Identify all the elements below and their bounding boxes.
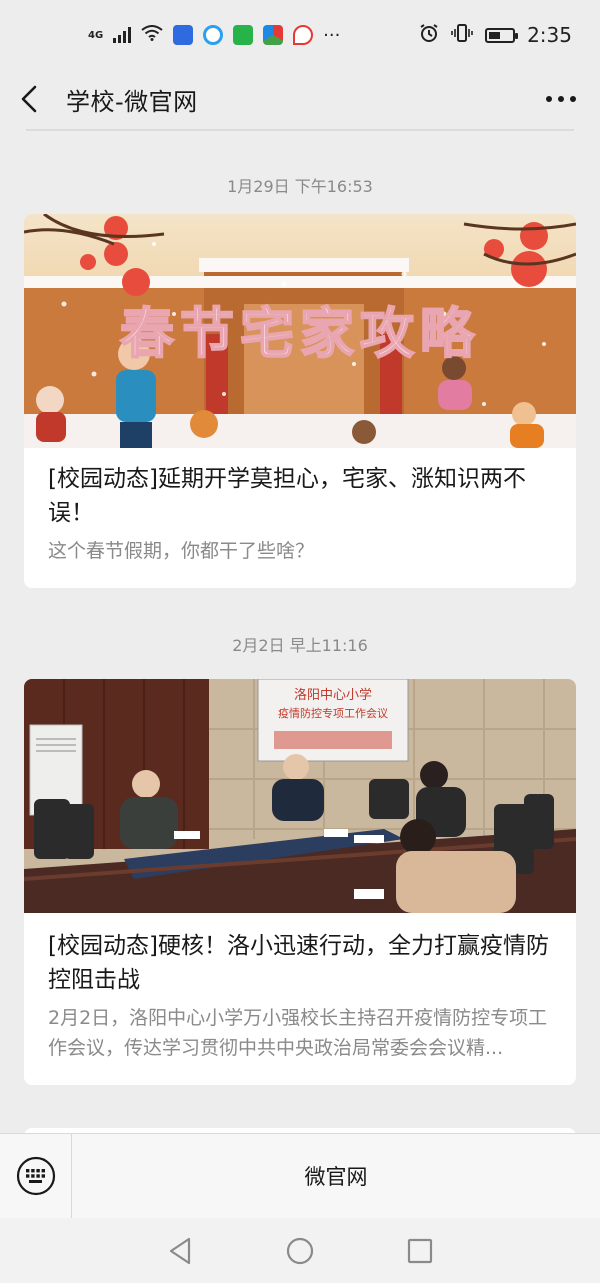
article-card[interactable]: 洛阳中心小学 疫情防控专项工作会议 [校园动态]硬核！洛小迅速行动，全力打赢疫情… [24,679,576,1085]
title-bar: 学校-微官网 [0,70,600,128]
nav-back-button[interactable] [160,1231,200,1271]
square-recents-icon [407,1238,433,1263]
nav-home-button[interactable] [280,1231,320,1271]
article-title: [校园动态]硬核！洛小迅速行动，全力打赢疫情防控阻击战 [48,933,549,993]
article-cover-image: 春节宅家攻略 [24,214,576,448]
status-bar: 4G ··· 2:35 [0,0,600,70]
triangle-back-icon [169,1237,191,1264]
baidu-app-icon [173,25,194,45]
dot-icon [558,96,564,102]
cover-title-text: 春节宅家攻略 [120,302,480,365]
dot-icon [546,96,552,102]
system-navigation-bar [0,1218,600,1283]
alarm-icon [419,23,439,48]
map-app-icon [293,25,314,45]
article-title: [校园动态]延期开学莫担心，宅家、涨知识两不误！ [48,466,526,526]
keyboard-icon [16,1156,55,1196]
signal-icon [113,27,132,43]
message-timestamp: 1月29日 下午16:53 [227,177,373,196]
back-button[interactable] [20,79,46,119]
network-type: 4G [88,29,104,41]
divider [26,129,574,131]
browser-app-icon [203,25,224,45]
article-feed: 1月29日 下午16:53 春节宅家攻略 [校园动态]延期开学莫担心，宅家、涨知… [24,160,576,1085]
keyboard-toggle-button[interactable] [0,1134,72,1218]
article-summary: 这个春节假期，你都干了些啥？ [48,540,315,562]
article-cover-image: 洛阳中心小学 疫情防控专项工作会议 [24,679,576,913]
status-right: 2:35 [419,23,572,48]
app-icon [263,25,284,45]
wifi-icon [141,24,163,46]
page-title: 学校-微官网 [66,87,198,116]
screen-banner-text: 洛阳中心小学 [294,687,372,703]
dot-icon [570,96,576,102]
circle-home-icon [286,1237,314,1264]
article-card-body: [校园动态]硬核！洛小迅速行动，全力打赢疫情防控阻击战 2月2日，洛阳中心小学万… [24,913,576,1085]
article-summary: 2月2日，洛阳中心小学万小强校长主持召开疫情防控专项工作会议，传达学习贯彻中共中… [48,1007,548,1059]
article-card-body: [校园动态]延期开学莫担心，宅家、涨知识两不误！ 这个春节假期，你都干了些啥？ [24,448,576,588]
more-notifications: ··· [323,24,341,46]
vibrate-icon [451,23,473,48]
battery-icon [485,27,519,43]
chevron-left-icon [21,85,37,113]
menu-item-micro-site[interactable]: 微官网 [72,1161,600,1191]
article-card[interactable]: 春节宅家攻略 [校园动态]延期开学莫担心，宅家、涨知识两不误！ 这个春节假期，你… [24,214,576,588]
clock: 2:35 [527,23,572,47]
screen-banner-text: 疫情防控专项工作会议 [278,706,388,720]
more-options-button[interactable] [546,88,576,110]
official-account-menu-bar: 微官网 [0,1133,600,1218]
status-left: 4G ··· [88,25,340,46]
iqiyi-app-icon [233,25,254,45]
nav-recents-button[interactable] [400,1231,440,1271]
message-timestamp: 2月2日 早上11:16 [232,636,368,655]
